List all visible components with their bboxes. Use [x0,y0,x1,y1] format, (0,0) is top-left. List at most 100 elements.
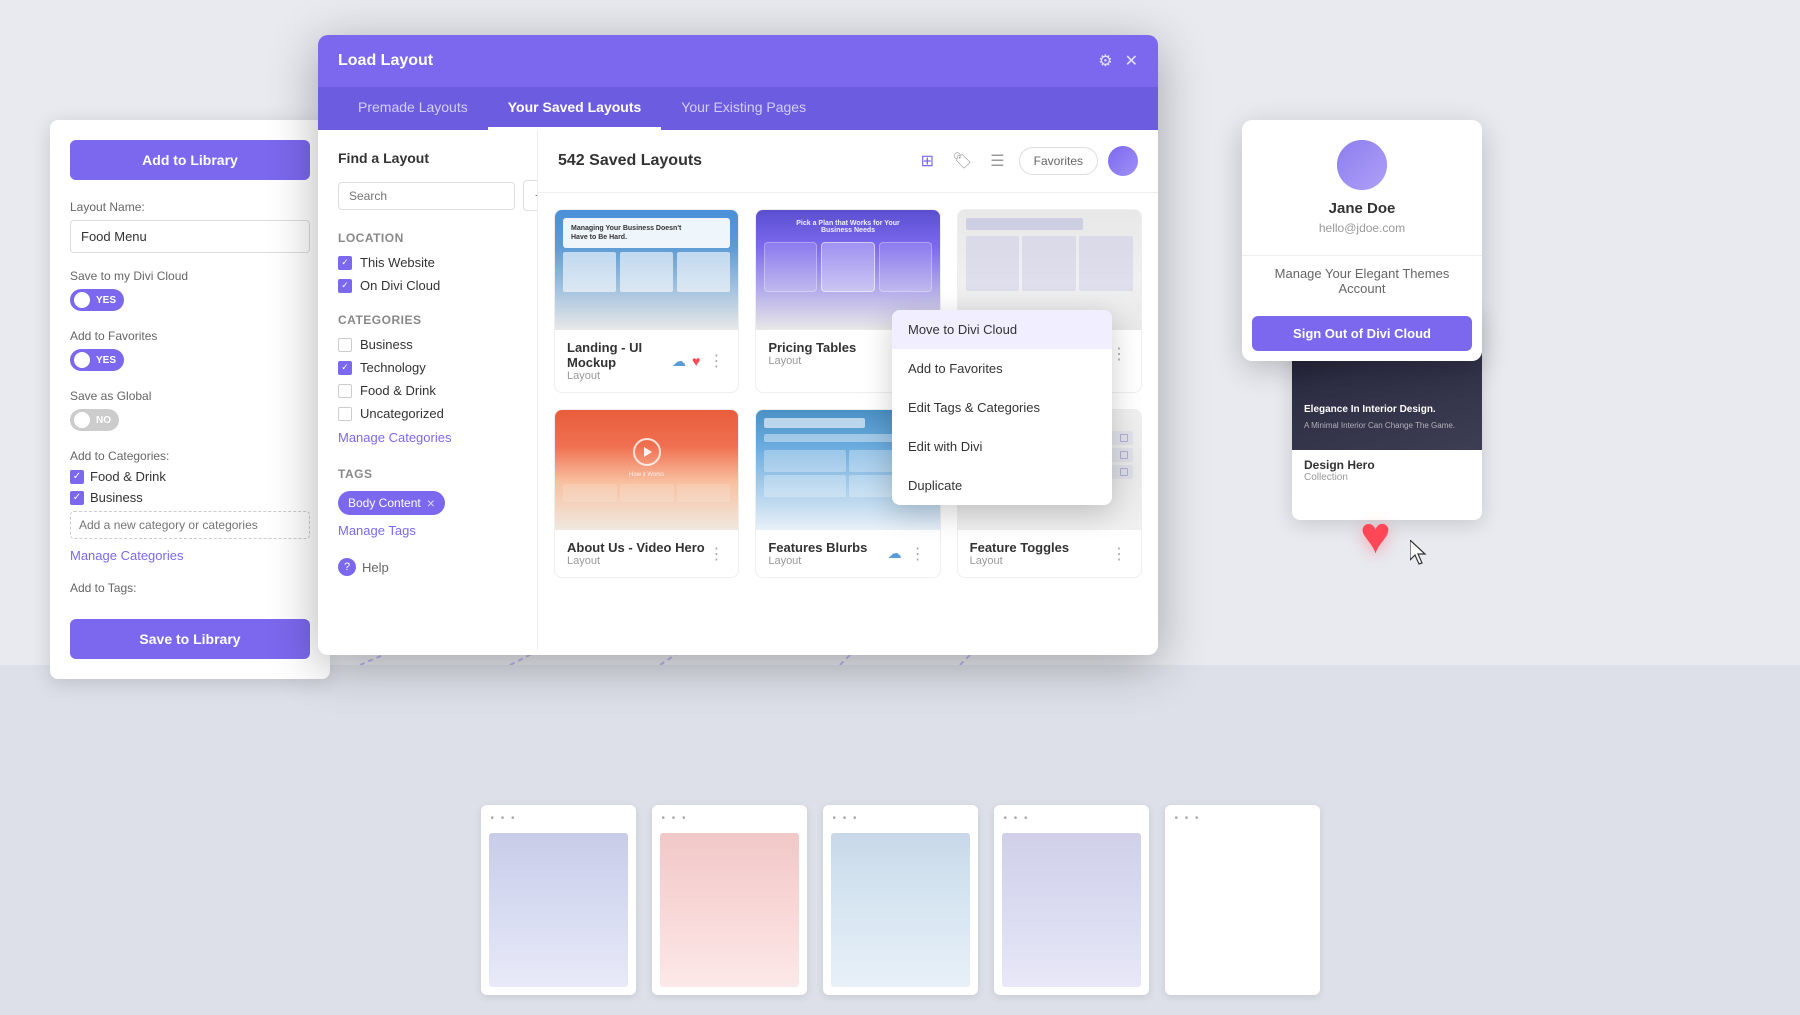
label-business: Business [360,337,413,352]
categories-section-title: Categories [338,313,517,327]
layout-actions-about: ⋮ [706,544,726,564]
layout-actions-landing: ☁ ♥ ⋮ [672,351,726,371]
context-menu-add-favorites[interactable]: Add to Favorites [892,349,1112,388]
save-cloud-group: Save to my Divi Cloud YES [70,269,310,313]
layout-name-about: About Us - Video Hero [567,540,705,555]
filter-technology[interactable]: Technology [338,360,517,375]
label-this-website: This Website [360,255,435,270]
location-section-title: Location [338,231,517,245]
bg-thumb-5[interactable] [1165,805,1320,995]
more-btn-blurbs[interactable]: ⋮ [908,544,928,564]
search-input[interactable] [338,182,515,210]
layout-thumb-about: How it Works [555,410,738,530]
add-favorites-toggle[interactable]: YES [70,349,124,371]
context-menu-move-to-cloud[interactable]: Move to Divi Cloud [892,310,1112,349]
check-technology [338,361,352,375]
label-divi-cloud: On Divi Cloud [360,278,440,293]
sign-out-button[interactable]: Sign Out of Divi Cloud [1252,316,1472,351]
tag-chip-body-content[interactable]: Body Content × [338,491,445,515]
edge-card-type: Collection [1304,472,1470,483]
user-avatar-image [1337,140,1387,190]
modal-tabs: Premade Layouts Your Saved Layouts Your … [318,87,1158,130]
favorites-button[interactable]: Favorites [1019,147,1098,175]
save-to-library-button[interactable]: Save to Library [70,619,310,659]
manage-tags-link[interactable]: Manage Tags [338,523,517,538]
manage-categories-filter-link[interactable]: Manage Categories [338,430,451,445]
context-menu-edit-divi[interactable]: Edit with Divi [892,427,1112,466]
more-btn-about[interactable]: ⋮ [706,544,726,564]
user-manage-link[interactable]: Manage Your Elegant Themes Account [1242,256,1482,306]
check-business [338,338,352,352]
toggle-dot-3 [74,412,90,428]
filter-food-drink[interactable]: Food & Drink [338,383,517,398]
tab-existing-pages[interactable]: Your Existing Pages [661,87,826,130]
layout-name-pricing: Pricing Tables [768,340,856,355]
more-btn-toggles[interactable]: ⋮ [1109,544,1129,564]
search-row: ＋ Filter [338,180,517,211]
user-avatar-btn[interactable] [1108,146,1138,176]
location-section: Location This Website On Divi Cloud [338,231,517,293]
save-cloud-toggle[interactable]: YES [70,289,124,311]
layout-info-toggles: Feature Toggles Layout ⋮ [958,530,1141,577]
layout-info-about: About Us - Video Hero Layout ⋮ [555,530,738,577]
check-divi-cloud [338,279,352,293]
bg-thumb-4[interactable] [994,805,1149,995]
tab-saved-layouts[interactable]: Your Saved Layouts [488,87,662,130]
modal-settings-button[interactable]: ⚙ [1098,51,1112,71]
filter-this-website[interactable]: This Website [338,255,517,270]
help-link[interactable]: ? Help [338,558,517,576]
layout-actions-toggles: ⋮ [1109,544,1129,564]
filter-business[interactable]: Business [338,337,517,352]
manage-categories-link[interactable]: Manage Categories [70,548,183,563]
layout-type-blurbs: Layout [768,555,867,567]
bg-thumb-1[interactable] [481,805,636,995]
filter-button[interactable]: ＋ Filter [523,180,538,211]
category-food-drink[interactable]: Food & Drink [70,469,310,484]
edge-card-sub: A Minimal Interior Can Change The Game. [1304,421,1470,430]
layout-thumb-landing: Managing Your Business Doesn'tHave to Be… [555,210,738,330]
tag-chip-remove-icon[interactable]: × [427,495,435,511]
cloud-icon-landing: ☁ [672,353,686,370]
view-grid-button[interactable]: ⊞ [917,147,938,175]
modal-header: Load Layout ⚙ ✕ [318,35,1158,87]
help-label: Help [362,560,389,575]
user-name: Jane Doe [1262,200,1462,217]
heart-icon-large: ♥ [1360,507,1391,565]
sidebar-title[interactable]: Add to Library [70,140,310,180]
view-tag-button[interactable]: 🏷 [948,147,976,175]
layouts-header: 542 Saved Layouts ⊞ 🏷 ☰ Favorites [538,130,1158,193]
tab-premade-layouts[interactable]: Premade Layouts [338,87,488,130]
modal-close-button[interactable]: ✕ [1125,51,1138,71]
save-global-label: Save as Global [70,389,310,403]
help-icon: ? [338,558,356,576]
new-category-input[interactable] [70,511,310,539]
label-technology: Technology [360,360,426,375]
filter-uncategorized[interactable]: Uncategorized [338,406,517,421]
layout-name-group: Layout Name: [70,200,310,253]
layout-type-about: Layout [567,555,705,567]
user-email: hello@jdoe.com [1262,221,1462,235]
layout-type-landing: Layout [567,370,672,382]
layout-card-landing[interactable]: Managing Your Business Doesn'tHave to Be… [554,209,739,393]
bg-thumb-3[interactable] [823,805,978,995]
save-global-toggle[interactable]: NO [70,409,119,431]
more-btn-landing[interactable]: ⋮ [706,351,726,371]
context-menu-edit-tags[interactable]: Edit Tags & Categories [892,388,1112,427]
edge-card-headline: Elegance In Interior Design. [1304,403,1470,417]
layout-card-about[interactable]: How it Works About Us - Video Hero Layou… [554,409,739,578]
bg-thumb-2[interactable] [652,805,807,995]
find-layout-title: Find a Layout [338,150,517,166]
checkbox-business [70,491,84,505]
edge-card-name: Design Hero [1304,458,1470,472]
add-favorites-group: Add to Favorites YES [70,329,310,373]
filter-panel: Find a Layout ＋ Filter Location This Web… [318,130,538,650]
heart-icon-landing[interactable]: ♥ [692,353,700,369]
view-list-button[interactable]: ☰ [986,147,1008,175]
toggle-dot [74,292,90,308]
layout-name-input[interactable] [70,220,310,253]
context-menu-duplicate[interactable]: Duplicate [892,466,1112,505]
filter-divi-cloud[interactable]: On Divi Cloud [338,278,517,293]
layout-name-label: Layout Name: [70,200,310,214]
category-business[interactable]: Business [70,490,310,505]
layout-type-pricing: Layout [768,355,856,367]
